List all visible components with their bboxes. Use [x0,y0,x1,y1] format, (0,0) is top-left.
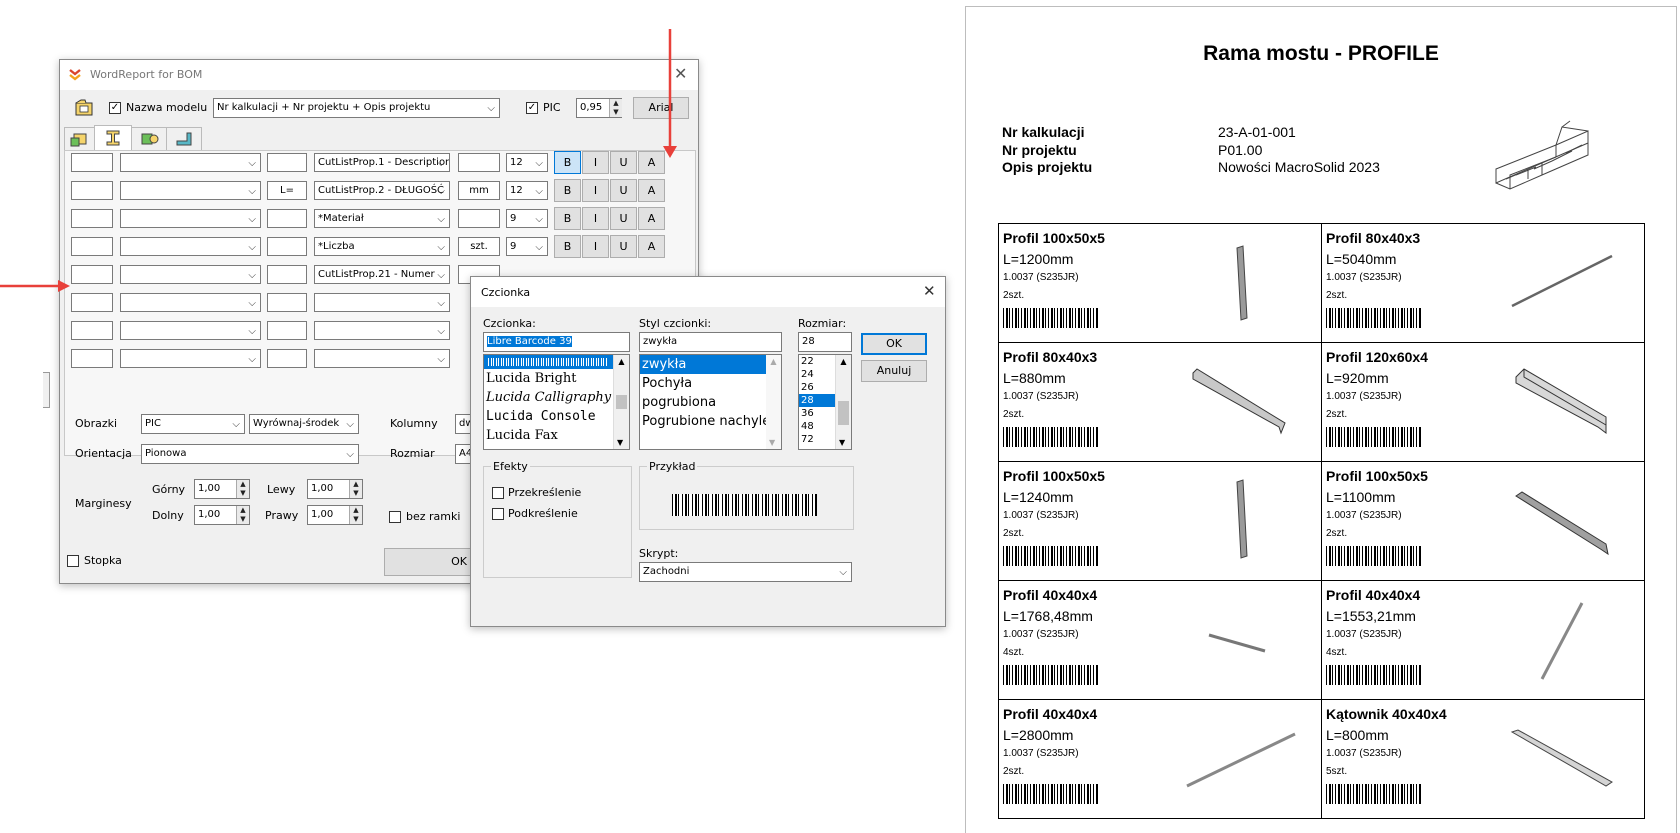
part-thumbnail [1192,368,1286,435]
bridge-frame-thumbnail [1495,120,1589,190]
part-material: 1.0037 (S235JR) [1003,629,1079,640]
part-thumbnail [1208,633,1266,653]
part-cell: Profil 40x40x4 L=1768,48mm 1.0037 (S235JR)… [998,580,1322,700]
project-number-value: P01.00 [1218,141,1263,158]
info-values: 23-A-01-001 P01.00 Nowości MacroSolid 20… [1218,124,1380,177]
part-material: 1.0037 (S235JR) [1003,272,1079,283]
part-barcode [1326,665,1422,685]
part-thumbnail [1510,729,1613,787]
part-barcode [1003,546,1099,566]
part-name: Profil 80x40x3 [1003,349,1098,365]
part-name: Profil 100x50x5 [1003,468,1105,484]
calc-number-label: Nr kalkulacji [1002,124,1085,140]
part-material: 1.0037 (S235JR) [1003,391,1079,402]
part-material: 1.0037 (S235JR) [1003,510,1079,521]
part-length: L=800mm [1326,727,1389,743]
part-cell: Profil 80x40x3 L=880mm 1.0037 (S235JR) 2szt… [998,342,1322,462]
report-title: Rama mostu - PROFILE [1203,42,1439,65]
part-cell: Kątownik 40x40x4 L=800mm 1.0037 (S235JR) 5s… [1321,699,1645,819]
part-length: L=880mm [1003,370,1066,386]
part-name: Kątownik 40x40x4 [1326,706,1447,722]
project-desc-value: Nowości MacroSolid 2023 [1218,159,1380,175]
info-labels: Nr kalkulacji Nr projektu Opis projektu [1002,124,1092,177]
part-quantity: 2szt. [1003,409,1025,420]
part-length: L=1768,48mm [1003,608,1093,624]
part-barcode [1003,427,1099,447]
part-thumbnail [1236,479,1248,559]
part-cell: Profil 40x40x4 L=1553,21mm 1.0037 (S235JR)… [1321,580,1645,700]
project-desc-label: Opis projektu [1002,159,1093,175]
part-length: L=1200mm [1003,251,1074,267]
part-material: 1.0037 (S235JR) [1326,391,1402,402]
arrow-right-head [58,280,70,292]
part-barcode [1326,546,1422,566]
part-name: Profil 120x60x4 [1326,349,1428,365]
part-cell: Profil 100x50x5 L=1240mm 1.0037 (S235JR) 2s… [998,461,1322,581]
part-length: L=1100mm [1326,489,1396,505]
part-barcode [1326,308,1422,328]
part-barcode [1003,308,1099,328]
part-quantity: 2szt. [1003,528,1025,539]
annotation-arrows [0,29,677,292]
part-thumbnail [1515,368,1607,434]
part-name: Profil 100x50x5 [1003,230,1105,246]
part-length: L=920mm [1326,370,1389,386]
part-quantity: 2szt. [1326,528,1348,539]
part-quantity: 2szt. [1003,290,1025,301]
part-name: Profil 100x50x5 [1326,468,1428,484]
part-cell: Profil 40x40x4 L=2800mm 1.0037 (S235JR) 2sz… [998,699,1322,819]
part-barcode [1003,784,1099,804]
part-barcode [1326,427,1422,447]
part-material: 1.0037 (S235JR) [1326,510,1402,521]
part-cell: Profil 120x60x4 L=920mm 1.0037 (S235JR) 2sz… [1321,342,1645,462]
calc-number-value: 23-A-01-001 [1218,124,1296,140]
part-material: 1.0037 (S235JR) [1326,272,1402,283]
part-thumbnail [1186,732,1296,788]
part-barcode [1326,784,1422,804]
part-name: Profil 40x40x4 [1003,587,1098,603]
part-quantity: 2szt. [1326,409,1348,420]
arrow-down-head [663,146,677,158]
part-material: 1.0037 (S235JR) [1326,629,1402,640]
part-quantity: 2szt. [1326,290,1348,301]
report-page: Rama mostu - PROFILE Nr kalkulacji Nr pr… [965,6,1677,833]
part-thumbnail [1236,245,1248,321]
part-quantity: 4szt. [1326,647,1348,658]
part-thumbnail [1515,491,1609,556]
part-material: 1.0037 (S235JR) [1003,748,1079,759]
part-cell: Profil 100x50x5 L=1200mm 1.0037 (S235JR) 2s… [998,223,1322,343]
part-thumbnail [1540,602,1584,680]
part-length: L=5040mm [1326,251,1397,267]
part-barcode [1003,665,1099,685]
part-material: 1.0037 (S235JR) [1326,748,1402,759]
part-thumbnail [1511,254,1613,308]
part-length: L=1240mm [1003,489,1074,505]
part-length: L=1553,21mm [1326,608,1416,624]
part-name: Profil 80x40x3 [1326,230,1421,246]
part-length: L=2800mm [1003,727,1074,743]
project-number-label: Nr projektu [1002,141,1077,158]
part-quantity: 2szt. [1003,766,1025,777]
part-quantity: 4szt. [1003,647,1025,658]
part-quantity: 5szt. [1326,766,1348,777]
part-name: Profil 40x40x4 [1326,587,1421,603]
part-cell: Profil 80x40x3 L=5040mm 1.0037 (S235JR) 2sz… [1321,223,1645,343]
part-name: Profil 40x40x4 [1003,706,1098,722]
part-cell: Profil 100x50x5 L=1100mm 1.0037 (S235JR) 2s… [1321,461,1645,581]
